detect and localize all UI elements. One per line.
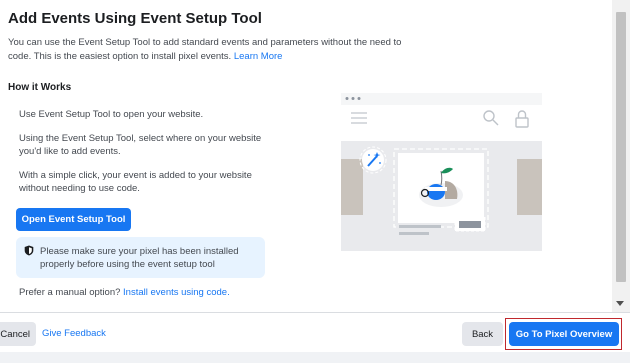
intro-paragraph: You can use the Event Setup Tool to add …	[8, 36, 408, 63]
intro-text: You can use the Event Setup Tool to add …	[8, 37, 402, 62]
event-setup-dialog: Add Events Using Event Setup Tool You ca…	[0, 0, 630, 363]
pixel-notice: Please make sure your pixel has been ins…	[16, 237, 265, 278]
dialog-title: Add Events Using Event Setup Tool	[8, 10, 262, 27]
cancel-button[interactable]: Cancel	[0, 322, 36, 346]
scroll-down-arrow-icon[interactable]	[616, 301, 624, 306]
give-feedback-link[interactable]: Give Feedback	[42, 328, 106, 339]
learn-more-link[interactable]: Learn More	[234, 51, 283, 62]
step-1: Use Event Setup Tool to open your websit…	[19, 109, 204, 120]
open-event-setup-tool-button[interactable]: Open Event Setup Tool	[16, 208, 131, 231]
manual-option: Prefer a manual option? Install events u…	[19, 287, 230, 298]
go-to-pixel-overview-button[interactable]: Go To Pixel Overview	[509, 322, 619, 346]
dialog-footer: Cancel Give Feedback Back Go To Pixel Ov…	[0, 312, 630, 352]
how-it-works-heading: How it Works	[8, 82, 72, 93]
vertical-scrollbar[interactable]	[612, 0, 630, 312]
back-button[interactable]: Back	[462, 322, 503, 346]
install-events-using-code-link[interactable]: Install events using code.	[123, 287, 230, 298]
page-background-strip	[0, 352, 630, 363]
dialog-content: Add Events Using Event Setup Tool You ca…	[0, 0, 612, 312]
manual-option-text: Prefer a manual option?	[19, 287, 121, 298]
notice-text: Please make sure your pixel has been ins…	[40, 246, 239, 270]
scrollbar-thumb[interactable]	[616, 12, 626, 282]
step-3: With a simple click, your event is added…	[19, 170, 252, 194]
browser-illustration	[341, 93, 542, 251]
step-2: Using the Event Setup Tool, select where…	[19, 133, 262, 157]
shield-icon	[24, 245, 34, 256]
